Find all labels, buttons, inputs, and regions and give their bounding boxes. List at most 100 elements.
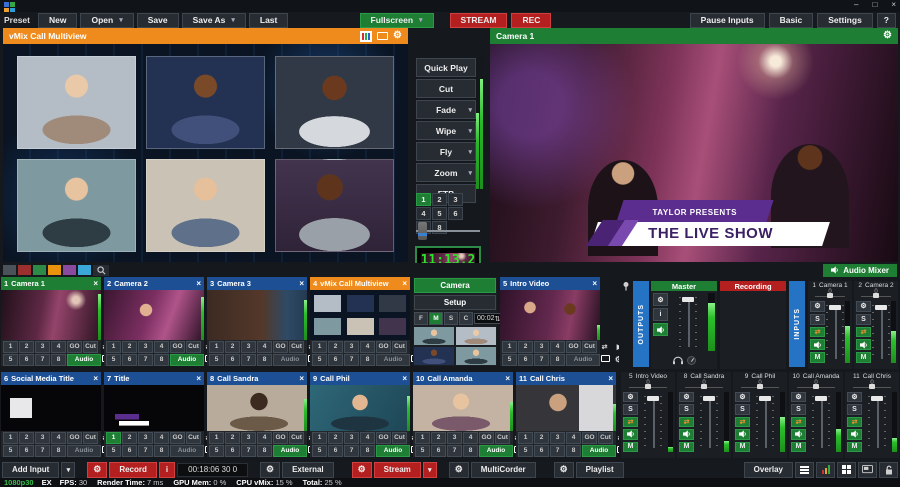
overlay-3-button[interactable]: 3 xyxy=(534,341,549,353)
overlay-5-button[interactable]: 5 xyxy=(209,445,224,457)
overlay-8-button[interactable]: 8 xyxy=(154,445,169,457)
overlay-5-button[interactable]: 5 xyxy=(3,354,18,366)
overlay-1-button[interactable]: 1 xyxy=(209,432,224,444)
category-color-swatch[interactable] xyxy=(3,265,16,275)
overlay-7-button[interactable]: 7 xyxy=(241,354,256,366)
channel-fader[interactable] xyxy=(638,392,668,452)
overlay-6-button[interactable]: 6 xyxy=(328,354,343,366)
overlay-2-button[interactable]: 2 xyxy=(328,341,343,353)
close-button[interactable]: × xyxy=(891,0,896,9)
maximize-button[interactable]: □ xyxy=(872,0,877,9)
overlay-6-button[interactable]: 6 xyxy=(19,354,34,366)
channel-fader[interactable] xyxy=(694,392,724,452)
overlay-2-button[interactable]: 2 xyxy=(19,341,34,353)
fader-handle[interactable] xyxy=(759,396,771,401)
help-button[interactable]: ? xyxy=(877,13,896,28)
preset-file-button[interactable]: Save ▾ xyxy=(137,13,179,28)
overlay-3-button[interactable]: 3 xyxy=(35,432,50,444)
channel-fader[interactable] xyxy=(862,392,892,452)
input-thumbnail[interactable] xyxy=(500,290,600,340)
input-thumbnail[interactable] xyxy=(207,290,307,340)
input-thumbnail[interactable] xyxy=(1,385,101,431)
overlay-3-button[interactable]: 3 xyxy=(550,432,565,444)
preset-file-button[interactable]: New ▾ xyxy=(38,13,77,28)
record-button[interactable]: Record xyxy=(109,462,157,478)
overlay-8-button[interactable]: 8 xyxy=(257,354,272,366)
overlay-7-button[interactable]: 7 xyxy=(241,445,256,457)
overlay-8-button[interactable]: 8 xyxy=(550,354,565,366)
audio-toggle-button[interactable]: Audio xyxy=(479,445,513,457)
overlay-7-button[interactable]: 7 xyxy=(35,445,50,457)
call-mode-button[interactable]: S xyxy=(444,312,458,325)
stream-button[interactable]: Stream xyxy=(374,462,421,478)
playlist-button[interactable]: Playlist xyxy=(576,462,624,478)
input-thumbnail[interactable] xyxy=(310,385,410,431)
channel-fader[interactable] xyxy=(750,392,780,452)
master-fader[interactable] xyxy=(668,293,708,351)
overlay-4-button[interactable]: 4 xyxy=(463,432,478,444)
close-icon[interactable]: × xyxy=(402,279,407,288)
pan-slider[interactable]: 0 xyxy=(621,381,675,390)
overlay-3-button[interactable]: 3 xyxy=(138,432,153,444)
audio-toggle-button[interactable]: Audio xyxy=(273,354,307,366)
go-button[interactable]: GO xyxy=(566,341,581,353)
speaker-mute-button[interactable] xyxy=(791,429,806,439)
category-color-swatch[interactable] xyxy=(33,265,46,275)
fullscreen-button[interactable]: Fullscreen ▾ xyxy=(360,13,434,28)
overlay-6-button[interactable]: 6 xyxy=(431,445,446,457)
cut-button[interactable]: Cut xyxy=(186,432,201,444)
overlay-6-button[interactable]: 6 xyxy=(328,445,343,457)
chevron-down-icon[interactable]: ▾ xyxy=(468,169,472,177)
overlay-3-button[interactable]: 3 xyxy=(35,341,50,353)
speaker-mute-button[interactable] xyxy=(810,339,825,350)
overlay-1-button[interactable]: 1 xyxy=(415,432,430,444)
overlay-4-button[interactable]: 4 xyxy=(51,341,66,353)
input-header[interactable]: 4 vMix Call Multiview × xyxy=(310,277,410,290)
go-button[interactable]: GO xyxy=(170,341,185,353)
go-button[interactable]: GO xyxy=(376,341,391,353)
category-color-swatch[interactable] xyxy=(78,265,91,275)
input-thumbnail[interactable] xyxy=(104,385,204,431)
pan-slider[interactable]: 0 xyxy=(733,381,787,390)
overlay-8-button[interactable]: 8 xyxy=(360,445,375,457)
transition-button[interactable]: Wipe ▾ xyxy=(416,121,476,140)
gear-icon[interactable]: ⚙ xyxy=(810,301,825,312)
overlay-3-button[interactable]: 3 xyxy=(138,341,153,353)
overlay-2-button[interactable]: 2 xyxy=(534,432,549,444)
audio-mixer-toggle-button[interactable]: Audio Mixer xyxy=(823,264,897,277)
pan-slider[interactable]: 0 xyxy=(845,381,899,390)
channel-fader[interactable] xyxy=(871,301,891,363)
overlay-3-button[interactable]: 3 xyxy=(241,341,256,353)
basic-button[interactable]: Basic xyxy=(769,13,814,28)
audio-toggle-button[interactable]: Audio xyxy=(582,445,616,457)
speaker-mute-button[interactable] xyxy=(735,429,750,439)
pan-slider[interactable]: 0 xyxy=(854,290,898,299)
close-icon[interactable]: × xyxy=(608,374,613,383)
master-header[interactable]: Master xyxy=(651,281,717,291)
overlay-number-button[interactable]: 6 xyxy=(448,207,463,220)
call-setup-button[interactable]: Setup xyxy=(414,295,496,310)
go-button[interactable]: GO xyxy=(67,432,82,444)
add-input-dropdown[interactable]: ▾ xyxy=(61,462,75,478)
bus-routing-icon[interactable]: ⇄ xyxy=(847,417,862,427)
cut-button[interactable]: Cut xyxy=(495,432,510,444)
audio-toggle-button[interactable]: Audio xyxy=(170,354,204,366)
overlay-4-button[interactable]: 4 xyxy=(360,341,375,353)
cut-button[interactable]: Cut xyxy=(598,432,613,444)
call-mode-button[interactable]: C xyxy=(459,312,473,325)
input-thumbnail[interactable] xyxy=(104,290,204,340)
gear-icon[interactable]: ⚙ xyxy=(847,392,862,402)
overlay-1-button[interactable]: 1 xyxy=(312,432,327,444)
input-header[interactable]: 6 Social Media Title × xyxy=(1,372,101,385)
master-assign-button[interactable]: M xyxy=(810,352,825,363)
overlay-5-button[interactable]: 5 xyxy=(3,445,18,457)
speaker-mute-button[interactable] xyxy=(847,429,862,439)
pin-icon[interactable] xyxy=(621,281,631,291)
close-icon[interactable]: × xyxy=(402,374,407,383)
overlay-7-button[interactable]: 7 xyxy=(138,445,153,457)
gear-icon[interactable]: ⚙ xyxy=(735,392,750,402)
go-button[interactable]: GO xyxy=(67,341,82,353)
overlay-1-button[interactable]: 1 xyxy=(106,432,121,444)
gear-icon[interactable]: ⚙ xyxy=(653,293,668,306)
transition-tbar[interactable] xyxy=(416,222,480,240)
